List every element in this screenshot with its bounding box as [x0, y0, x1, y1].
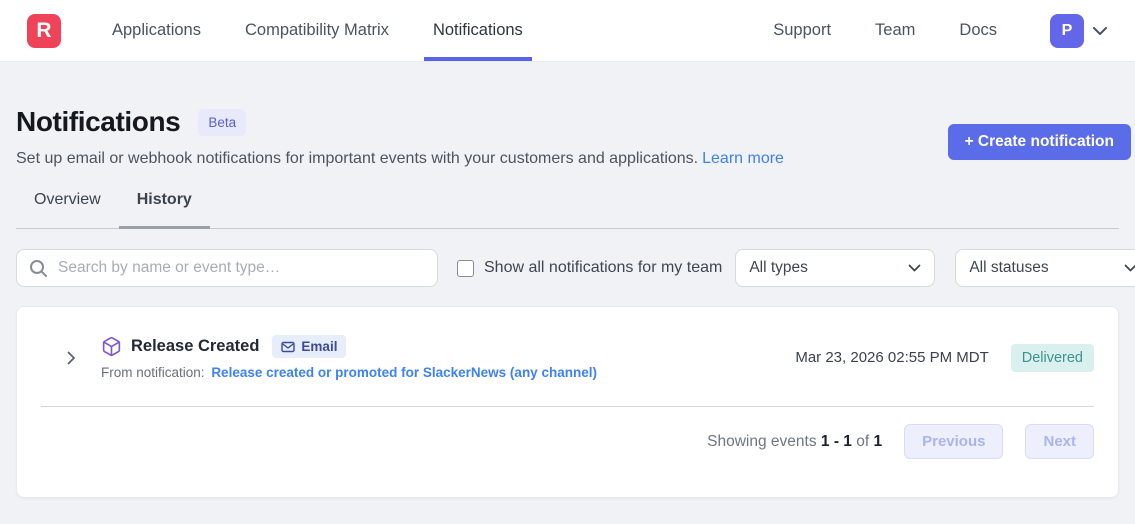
page-title: Notifications: [16, 106, 180, 138]
event-row: Release Created Email From notification:…: [17, 307, 1118, 406]
channel-badge: Email: [272, 335, 346, 358]
nav-item-compatibility-matrix[interactable]: Compatibility Matrix: [236, 0, 398, 61]
tab-bar: Overview History: [16, 191, 1119, 229]
top-navbar: R Applications Compatibility Matrix Noti…: [0, 0, 1135, 62]
secondary-nav: Support Team Docs P: [738, 0, 1108, 61]
event-subtitle-line: From notification: Release created or pr…: [101, 365, 597, 380]
status-filter-value: All statuses: [969, 259, 1048, 277]
team-notifications-checkbox[interactable]: [457, 260, 474, 277]
pagination-range: 1 - 1: [821, 433, 852, 450]
chevron-down-icon[interactable]: [1092, 26, 1108, 36]
team-notifications-checkbox-label[interactable]: Show all notifications for my team: [484, 259, 722, 277]
filter-toolbar: Show all notifications for my team All t…: [16, 249, 1119, 287]
channel-badge-label: Email: [301, 339, 337, 354]
search-input[interactable]: [58, 259, 425, 277]
package-icon: [101, 336, 122, 357]
event-title: Release Created: [131, 337, 259, 356]
event-main: Release Created Email From notification:…: [101, 335, 597, 380]
create-notification-button[interactable]: + Create notification: [948, 124, 1131, 160]
chevron-down-icon: [908, 264, 921, 272]
pagination-bar: Showing events 1 - 1 of 1 Previous Next: [17, 407, 1118, 497]
nav-item-notifications[interactable]: Notifications: [424, 0, 532, 61]
search-box: [16, 249, 438, 287]
primary-nav: Applications Compatibility Matrix Notifi…: [103, 0, 558, 61]
description-text: Set up email or webhook notifications fo…: [16, 150, 698, 167]
nav-item-docs[interactable]: Docs: [950, 17, 1006, 44]
event-title-line: Release Created Email: [101, 335, 597, 358]
status-badge: Delivered: [1011, 344, 1094, 372]
from-notification-label: From notification:: [101, 365, 205, 380]
pagination-summary: Showing events 1 - 1 of 1: [707, 433, 882, 451]
events-card: Release Created Email From notification:…: [16, 306, 1119, 498]
chevron-down-icon: [1124, 264, 1135, 272]
envelope-icon: [281, 341, 295, 353]
event-timestamp: Mar 23, 2026 02:55 PM MDT: [795, 349, 988, 366]
nav-item-support[interactable]: Support: [764, 17, 840, 44]
tab-history[interactable]: History: [119, 191, 210, 229]
event-meta: Mar 23, 2026 02:55 PM MDT Delivered: [795, 344, 1094, 372]
app-logo[interactable]: R: [27, 14, 61, 48]
search-icon: [29, 259, 48, 278]
nav-item-team[interactable]: Team: [866, 17, 924, 44]
expand-row-chevron-right-icon[interactable]: [67, 351, 76, 365]
learn-more-link[interactable]: Learn more: [702, 150, 784, 167]
user-avatar[interactable]: P: [1050, 14, 1084, 48]
notifications-page: Notifications Beta + Create notification…: [0, 106, 1135, 498]
type-filter-value: All types: [749, 259, 808, 277]
pagination-of: of: [856, 433, 869, 450]
previous-page-button[interactable]: Previous: [904, 424, 1003, 459]
pagination-prefix: Showing events: [707, 433, 816, 450]
tab-overview[interactable]: Overview: [16, 191, 119, 229]
status-filter-select[interactable]: All statuses: [955, 249, 1135, 287]
beta-badge: Beta: [198, 109, 246, 136]
type-filter-select[interactable]: All types: [735, 249, 935, 287]
nav-item-applications[interactable]: Applications: [103, 0, 210, 61]
next-page-button[interactable]: Next: [1025, 424, 1094, 459]
pagination-total: 1: [873, 433, 882, 450]
source-notification-link[interactable]: Release created or promoted for SlackerN…: [211, 365, 597, 380]
